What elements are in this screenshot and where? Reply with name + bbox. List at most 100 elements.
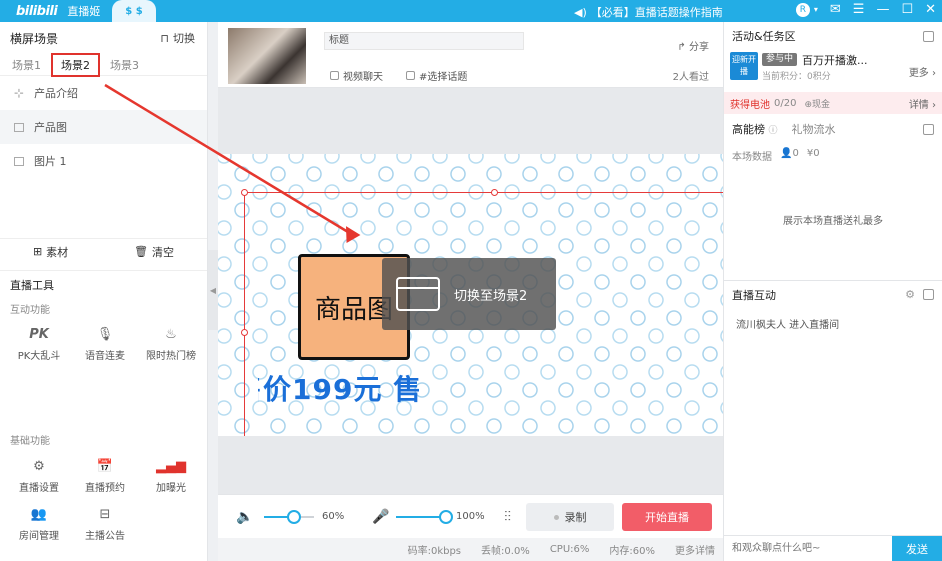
live-info-bar: 标题 视频聊天 #选择话题 ↱ 分享 2人看过	[218, 22, 723, 88]
source-item[interactable]: ⊹ 产品介绍	[0, 76, 207, 110]
hot-rank-button[interactable]: ♨ 限时热门榜	[138, 320, 204, 368]
source-label: 产品介绍	[34, 87, 79, 100]
source-item[interactable]: 产品图	[0, 110, 207, 144]
battery-detail-link[interactable]: 详情 ›	[909, 96, 936, 111]
resize-handle[interactable]	[241, 189, 248, 196]
source-list: ⊹ 产品介绍 产品图 图片 1	[0, 76, 207, 178]
speaker-volume-icon[interactable]: 🔈	[236, 509, 253, 525]
add-material-button[interactable]: ⊞ 素材	[33, 244, 68, 260]
interaction-message: 流川枫夫人 进入直播间	[736, 320, 840, 331]
close-icon[interactable]: ✕	[925, 2, 936, 17]
main-area: 标题 视频聊天 #选择话题 ↱ 分享 2人看过 商品图 售价199元 售 切换至…	[218, 22, 723, 561]
basic-label: 基础功能	[10, 436, 50, 447]
plus-icon: ⊞	[32, 245, 43, 258]
tool-label: 直播预约	[85, 482, 125, 494]
stats-money: ¥0	[806, 148, 820, 159]
chevron-down-icon[interactable]: ▾	[814, 5, 818, 14]
start-live-button[interactable]: 开始直播	[622, 503, 712, 531]
room-manage-button[interactable]: 👥 房间管理	[6, 500, 72, 548]
tool-label: 语音连麦	[85, 350, 125, 362]
dropframe-status: 丢帧:0.0%	[481, 546, 530, 557]
activity-name: 百万开播激...	[802, 54, 868, 67]
rank-empty-text: 展示本场直播送礼最多	[783, 216, 883, 227]
popout-icon[interactable]	[923, 289, 934, 300]
menu-icon[interactable]: ☰	[853, 2, 865, 17]
tab-high-energy[interactable]: 高能榜 ⓘ	[732, 121, 778, 137]
pk-icon: PK	[29, 327, 49, 342]
trash-icon: 🗑	[134, 245, 149, 258]
avatar[interactable]: R	[795, 2, 810, 17]
record-label: 录制	[564, 511, 587, 524]
mic-volume-slider[interactable]	[396, 510, 453, 524]
tab-scene-2[interactable]: 场景2	[51, 52, 100, 77]
collapse-left-handle[interactable]: ◀	[208, 250, 218, 330]
minimize-icon[interactable]: —	[876, 2, 889, 17]
resize-handle[interactable]	[241, 329, 248, 336]
exposure-button[interactable]: ▂▄▆ 加曝光	[138, 452, 204, 500]
tab-scene-3[interactable]: 场景3	[110, 57, 151, 73]
memory-status: 内存:60%	[609, 546, 655, 557]
activity-badge: 迎新开播	[730, 52, 758, 80]
live-settings-button[interactable]: ⚙ 直播设置	[6, 452, 72, 500]
live-preview[interactable]: 商品图 售价199元 售 切换至场景2	[218, 154, 723, 436]
microphone-icon: 🎙	[96, 327, 114, 342]
bitrate-status: 码率:0kbps	[407, 546, 462, 557]
record-button[interactable]: 录制	[526, 503, 614, 531]
scenes-title: 横屏场景	[10, 31, 59, 46]
tab-scene-1[interactable]: 场景1	[12, 57, 53, 73]
send-button[interactable]: 发送	[892, 535, 942, 561]
pk-button[interactable]: PK PK大乱斗	[6, 320, 72, 368]
image-source-icon	[14, 156, 24, 166]
price-banner: 售价199元 售	[258, 368, 438, 406]
activity-card[interactable]: 迎新开播 参与中 百万开播激... 当前积分：0积分 更多 ›	[730, 52, 940, 86]
notice-banner[interactable]: ◀) 【必看】直播话题操作指南	[574, 4, 723, 20]
image-source-icon	[14, 122, 24, 132]
live-schedule-button[interactable]: 📅 直播预约	[72, 452, 138, 500]
popout-icon[interactable]	[923, 123, 934, 135]
switch-orientation-button[interactable]: ⊓ 切换	[160, 30, 195, 46]
source-label: 产品图	[34, 121, 67, 134]
chat-input[interactable]	[724, 535, 892, 561]
status-bar: 码率:0kbps 丢帧:0.0% CPU:6% 内存:60% 更多详情	[218, 538, 723, 561]
share-button[interactable]: ↱ 分享	[677, 38, 709, 53]
source-item[interactable]: 图片 1	[0, 144, 207, 178]
tool-label: 主播公告	[85, 530, 125, 542]
gear-icon[interactable]: ⚙	[905, 288, 915, 301]
slider-knob[interactable]	[439, 510, 453, 524]
battery-label: 获得电池	[730, 99, 770, 111]
title-input[interactable]: 标题	[324, 32, 524, 50]
slider-knob[interactable]	[287, 510, 301, 524]
clear-button[interactable]: 🗑 清空	[134, 244, 174, 260]
topic-selector[interactable]: #选择话题	[406, 68, 467, 83]
category-icon	[330, 71, 339, 80]
tab-gift-flow[interactable]: 礼物流水	[792, 121, 836, 137]
calendar-icon: 📅	[96, 459, 114, 474]
category-selector[interactable]: 视频聊天	[330, 68, 383, 83]
maximize-icon[interactable]: ☐	[901, 2, 913, 17]
left-panel: 横屏场景 ⊓ 切换 场景1 场景2 场景3 ⊹ 产品介绍 产品图 图片 1 ⊞ …	[0, 22, 208, 561]
speaker-volume-slider[interactable]	[264, 510, 314, 524]
cover-image[interactable]	[228, 28, 306, 84]
interaction-title: 直播互动	[732, 288, 776, 302]
tool-label: 限时热门榜	[146, 350, 196, 362]
mascot-icon: $ $	[112, 0, 156, 22]
mail-icon[interactable]: ✉	[830, 2, 841, 17]
more-details-link[interactable]: 更多详情	[675, 542, 715, 557]
interactive-tools: PK PK大乱斗 🎙 语音连麦 ♨ 限时热门榜	[0, 320, 207, 368]
title-bar: bilibili 直播姬 $ $ ◀) 【必看】直播话题操作指南 R ▾ ✉ ☰…	[0, 0, 942, 22]
stats-people: 👤0	[780, 148, 799, 159]
bilibili-logo: bilibili	[16, 3, 58, 19]
basic-tools: ⚙ 直播设置 📅 直播预约 ▂▄▆ 加曝光 👥 房间管理 ⊟ 主播公告	[0, 452, 207, 548]
activity-more-link[interactable]: 更多 ›	[909, 64, 936, 79]
mixer-icon[interactable]: ⫶⫶	[504, 509, 511, 525]
source-actions: ⊞ 素材 🗑 清空	[0, 238, 207, 264]
announcement-button[interactable]: ⊟ 主播公告	[72, 500, 138, 548]
popout-icon[interactable]	[923, 30, 934, 42]
chat-bar: 发送	[724, 535, 942, 561]
voice-link-button[interactable]: 🎙 语音连麦	[72, 320, 138, 368]
scene-tabs: 场景1 场景2 场景3	[0, 52, 207, 77]
battery-cash: ⊕现金	[804, 99, 831, 110]
battery-count: 0/20	[774, 97, 797, 109]
resize-handle[interactable]	[491, 189, 498, 196]
microphone-icon[interactable]: 🎤	[372, 509, 389, 525]
